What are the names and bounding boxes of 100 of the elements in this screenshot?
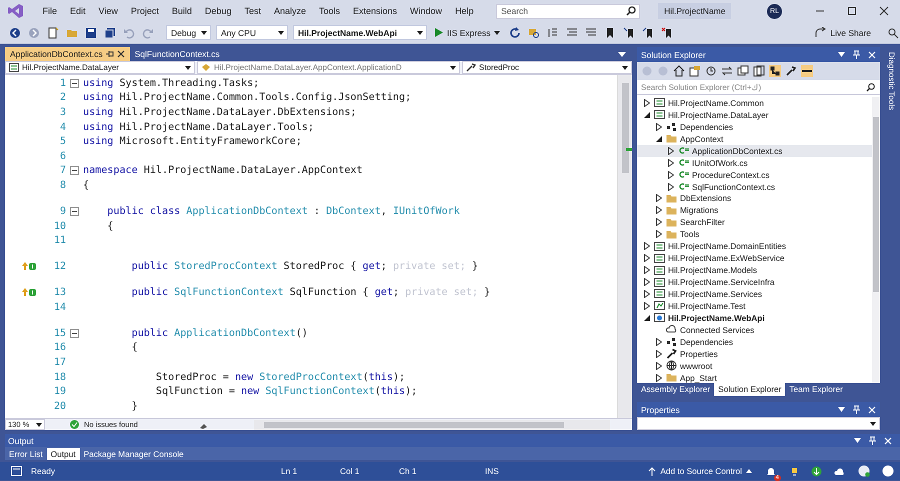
- tree-item[interactable]: Hil.ProjectName.Common: [637, 97, 872, 109]
- collapse-icon[interactable]: [70, 166, 78, 176]
- refresh-icon[interactable]: [509, 26, 522, 38]
- navigation-dropdown[interactable]: StoredProc: [462, 61, 632, 74]
- menu-item[interactable]: Tools: [312, 6, 347, 16]
- dropdown-caret-icon[interactable]: [854, 438, 861, 443]
- dropdown-caret-icon[interactable]: [838, 52, 845, 57]
- expander-arrow-icon[interactable]: [644, 290, 650, 298]
- expander-arrow-icon[interactable]: [668, 158, 674, 167]
- tree-item[interactable]: Hil.ProjectName.Services: [637, 288, 872, 300]
- panel-tab[interactable]: Assembly Explorer: [637, 383, 714, 396]
- maximize-icon[interactable]: [847, 6, 857, 16]
- expander-arrow-icon[interactable]: [644, 242, 650, 250]
- expander-arrow-icon[interactable]: [668, 146, 674, 155]
- panel-tab[interactable]: Error List: [5, 448, 47, 460]
- panel-tab[interactable]: Team Explorer: [785, 383, 847, 396]
- side-panel-tab[interactable]: Diagnostic Tools: [885, 49, 898, 114]
- save-all-icon[interactable]: [104, 26, 116, 38]
- menu-item[interactable]: View: [92, 6, 124, 16]
- expander-arrow-icon[interactable]: [656, 338, 662, 346]
- expander-arrow-icon[interactable]: [644, 314, 650, 321]
- expander-arrow-icon[interactable]: [656, 218, 662, 226]
- menu-item[interactable]: Test: [238, 6, 268, 16]
- home-icon[interactable]: [673, 65, 685, 77]
- implements-marker-icon[interactable]: [22, 288, 36, 298]
- platform-dropdown[interactable]: Any CPU: [216, 25, 288, 40]
- tree-item[interactable]: SqlFunctionContext.cs: [637, 180, 872, 192]
- expander-arrow-icon[interactable]: [656, 194, 662, 202]
- tree-item[interactable]: Properties: [637, 348, 872, 360]
- collapse-icon[interactable]: [70, 78, 78, 88]
- expander-arrow-icon[interactable]: [656, 122, 662, 131]
- download-icon[interactable]: [811, 466, 822, 476]
- vertical-scrollbar[interactable]: [872, 97, 880, 383]
- close-icon[interactable]: [116, 50, 125, 58]
- collapse-icon[interactable]: [70, 328, 78, 338]
- search-field[interactable]: Search: [496, 4, 640, 18]
- menu-item[interactable]: Extensions: [346, 6, 404, 16]
- search-field[interactable]: Search Solution Explorer (Ctrl+ك): [637, 80, 880, 95]
- tree-item[interactable]: Tools: [637, 228, 872, 240]
- expander-arrow-icon[interactable]: [656, 206, 662, 214]
- save-icon[interactable]: [85, 26, 97, 38]
- tree-item[interactable]: wwwroot: [637, 360, 872, 372]
- live-share-button[interactable]: Live Share: [815, 27, 871, 38]
- menu-item[interactable]: Analyze: [267, 6, 312, 16]
- bookmark-next-icon[interactable]: [642, 26, 654, 38]
- expander-arrow-icon[interactable]: [644, 278, 650, 286]
- expander-arrow-icon[interactable]: [656, 374, 662, 382]
- cloud-icon[interactable]: [834, 466, 846, 476]
- document-tab[interactable]: SqlFunctionContext.cs: [130, 47, 225, 61]
- collapse-all-icon[interactable]: [737, 65, 749, 77]
- tree-item[interactable]: App_Start: [637, 372, 872, 383]
- expander-arrow-icon[interactable]: [668, 182, 674, 191]
- tree-item[interactable]: Hil.ProjectName.ExWebService: [637, 252, 872, 264]
- tree-item[interactable]: Hil.ProjectName.Models: [637, 264, 872, 276]
- expander-arrow-icon[interactable]: [656, 350, 662, 358]
- switch-views-icon[interactable]: [689, 65, 701, 77]
- new-item-icon[interactable]: [47, 26, 59, 38]
- tree-item[interactable]: AppContext: [637, 132, 872, 145]
- startup-project-dropdown[interactable]: Hil.ProjectName.WebApi: [293, 25, 427, 40]
- tree-item[interactable]: ApplicationDbContext.cs: [637, 144, 872, 157]
- panel-tab[interactable]: Package Manager Console: [80, 448, 188, 460]
- tree-item[interactable]: Hil.ProjectName.DomainEntities: [637, 240, 872, 252]
- show-all-files-icon[interactable]: [753, 65, 765, 77]
- menu-item[interactable]: Debug: [198, 6, 238, 16]
- run-button[interactable]: IIS Express: [432, 28, 504, 38]
- back-icon[interactable]: [9, 26, 21, 38]
- tab-list-icon[interactable]: [618, 52, 626, 56]
- tree-item[interactable]: Hil.ProjectName.DataLayer: [637, 108, 872, 121]
- expander-arrow-icon[interactable]: [668, 170, 674, 179]
- tree-item[interactable]: DbExtensions: [637, 192, 872, 204]
- expander-arrow-icon[interactable]: [656, 230, 662, 238]
- document-tab[interactable]: ApplicationDbContext.cs: [5, 47, 130, 61]
- expander-arrow-icon[interactable]: [644, 266, 650, 274]
- source-control-button[interactable]: Add to Source Control: [648, 466, 752, 476]
- menu-item[interactable]: Project: [124, 6, 166, 16]
- tree-item[interactable]: Dependencies: [637, 120, 872, 133]
- close-icon[interactable]: [879, 6, 889, 16]
- tree-item[interactable]: Migrations: [637, 204, 872, 216]
- implements-marker-icon[interactable]: [22, 262, 36, 272]
- menu-item[interactable]: Window: [404, 6, 449, 16]
- vertical-scrollbar[interactable]: [617, 75, 632, 418]
- pin-icon[interactable]: [106, 50, 114, 58]
- bookmark-clear-icon[interactable]: [661, 26, 674, 38]
- collapse-icon[interactable]: [70, 206, 78, 216]
- tree-item[interactable]: IUnitOfWork.cs: [637, 156, 872, 169]
- configuration-dropdown[interactable]: Debug: [166, 25, 211, 40]
- bell-icon[interactable]: [766, 466, 776, 476]
- expander-arrow-icon[interactable]: [644, 302, 650, 310]
- panel-tab[interactable]: Solution Explorer: [714, 383, 786, 396]
- bookmark-prev-icon[interactable]: [623, 26, 636, 38]
- navigation-dropdown[interactable]: Hil.ProjectName.DataLayer: [5, 61, 195, 74]
- history-icon[interactable]: [705, 65, 717, 77]
- properties-icon[interactable]: [785, 65, 797, 77]
- tree-item[interactable]: ProcedureContext.cs: [637, 168, 872, 181]
- expander-arrow-icon[interactable]: [656, 362, 662, 370]
- expander-arrow-icon[interactable]: [644, 254, 650, 262]
- panel-tab[interactable]: Output: [46, 448, 80, 460]
- account-status-icon[interactable]: [858, 465, 870, 477]
- dropdown-caret-icon[interactable]: [838, 407, 845, 412]
- menu-item[interactable]: Edit: [64, 6, 92, 16]
